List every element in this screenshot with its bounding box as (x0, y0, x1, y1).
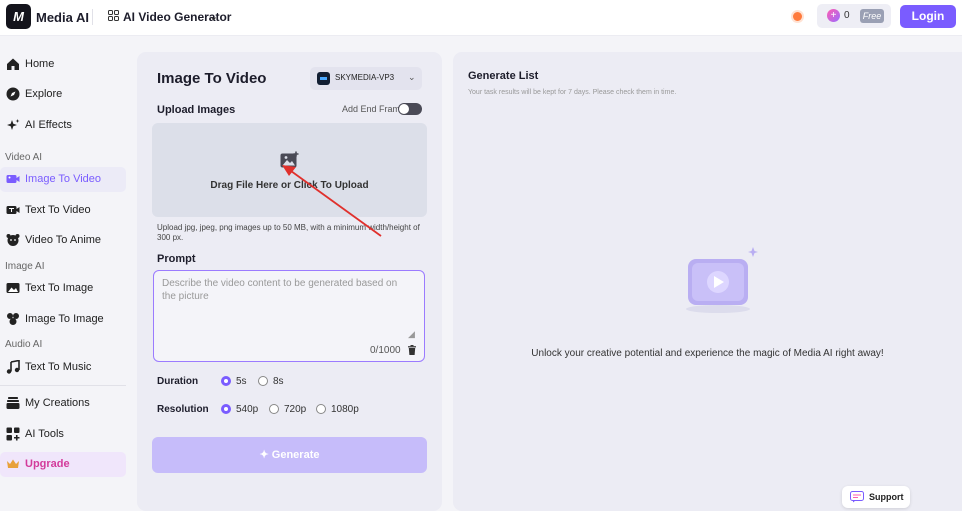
model-select[interactable]: SKYMEDIA-VP3 ⌄ (310, 67, 422, 90)
sparkle-icon (7, 119, 20, 130)
chevron-down-icon: ⌄ (408, 72, 416, 82)
model-name: SKYMEDIA-VP3 (335, 73, 395, 82)
duration-radio-8s[interactable] (258, 376, 268, 386)
resolution-radio-540p[interactable] (221, 404, 231, 414)
credits-badge[interactable]: + 0 Free (817, 4, 891, 28)
sidebar-item-label: Text To Image (25, 282, 94, 294)
sidebar-item-home[interactable]: Home (0, 52, 126, 77)
prompt-textarea[interactable]: Describe the video content to be generat… (153, 270, 425, 362)
sidebar-item-label: Text To Video (25, 204, 91, 216)
picture-icon (6, 283, 20, 293)
brand-name[interactable]: Media AI (36, 10, 89, 25)
sidebar-item-text-to-image[interactable]: Text To Image (0, 276, 126, 301)
credit-coin-icon: + (827, 9, 840, 22)
text-video-icon (6, 206, 20, 214)
image-to-video-panel: Image To Video SKYMEDIA-VP3 ⌄ Upload Ima… (137, 52, 442, 511)
image-video-icon (6, 175, 20, 183)
resolution-option-label: 1080p (331, 404, 359, 415)
trash-icon[interactable] (407, 345, 417, 355)
notification-dot-icon[interactable] (793, 12, 802, 21)
upload-hint: Upload jpg, jpeg, png images up to 50 MB… (157, 223, 420, 242)
sidebar-item-explore[interactable]: Explore (0, 82, 126, 107)
sidebar-item-ai-effects[interactable]: AI Effects (0, 113, 126, 138)
sparkle-icon: ✦ (259, 449, 269, 461)
support-label: Support (869, 492, 904, 502)
sidebar-item-label: My Creations (25, 397, 90, 409)
sidebar-item-label: AI Tools (25, 428, 64, 440)
login-button[interactable]: Login (900, 5, 956, 28)
resolution-radio-720p[interactable] (269, 404, 279, 414)
music-note-icon (6, 360, 20, 374)
upload-dropzone[interactable]: Drag File Here or Click To Upload (152, 123, 427, 217)
upload-instruction: Drag File Here or Click To Upload (210, 180, 369, 191)
sidebar: Home Explore AI Effects Video AI Image T… (0, 37, 134, 511)
resolution-label: Resolution (157, 404, 209, 415)
anime-face-icon (6, 234, 20, 246)
plan-badge: Free (860, 9, 884, 23)
image-transform-icon (7, 313, 19, 325)
section-label-audio-ai: Audio AI (5, 339, 43, 350)
generate-list-title: Generate List (468, 70, 539, 82)
duration-option-label: 5s (236, 376, 247, 387)
sidebar-item-label: Image To Image (25, 313, 104, 325)
page-title: Image To Video (157, 70, 267, 87)
resolution-option-label: 540p (236, 404, 259, 415)
resolution-option-label: 720p (284, 404, 307, 415)
prompt-label: Prompt (157, 253, 196, 265)
duration-radio-5s[interactable] (221, 376, 231, 386)
sidebar-item-video-to-anime[interactable]: Video To Anime (0, 228, 126, 253)
end-frame-label: Add End Frame (342, 104, 406, 114)
chat-icon (850, 491, 864, 503)
sidebar-item-my-creations[interactable]: My Creations (0, 391, 126, 416)
model-logo-icon (317, 72, 330, 85)
sidebar-item-image-to-video[interactable]: Image To Video (0, 167, 126, 192)
apps-grid-icon[interactable] (108, 10, 119, 21)
tools-grid-icon (6, 427, 20, 441)
duration-label: Duration (157, 376, 199, 387)
sidebar-item-label: Video To Anime (25, 234, 102, 246)
generate-button[interactable]: ✦ Generate (152, 437, 427, 473)
sidebar-item-text-to-video[interactable]: Text To Video (0, 198, 126, 223)
empty-video-illustration (686, 247, 758, 313)
end-frame-toggle[interactable] (398, 103, 422, 115)
folder-stack-icon (6, 397, 20, 409)
generate-label: Generate (271, 449, 320, 461)
sidebar-item-label: Home (25, 58, 55, 70)
section-label-video-ai: Video AI (5, 152, 43, 163)
char-count: 0/1000 (370, 345, 401, 356)
generate-list-panel: Generate List Your task results will be … (453, 52, 962, 511)
home-icon (7, 58, 19, 70)
duration-option-label: 8s (273, 376, 284, 387)
credit-count: 0 (844, 10, 850, 21)
sidebar-item-label: Upgrade (25, 458, 70, 470)
generate-list-note: Your task results will be kept for 7 day… (468, 89, 677, 96)
resize-handle-icon[interactable]: ◢ (408, 329, 415, 340)
empty-state-text: Unlock your creative potential and exper… (531, 348, 884, 359)
resolution-radio-1080p[interactable] (316, 404, 326, 414)
upload-images-label: Upload Images (157, 104, 236, 116)
sidebar-item-text-to-music[interactable]: Text To Music (0, 355, 126, 380)
sidebar-divider (0, 385, 126, 386)
sidebar-item-label: Text To Music (25, 361, 92, 373)
sidebar-item-ai-tools[interactable]: AI Tools (0, 422, 126, 447)
crown-icon (7, 459, 19, 468)
sidebar-item-label: Image To Video (25, 173, 102, 185)
logo[interactable]: M (6, 4, 31, 29)
top-divider (92, 9, 93, 25)
compass-icon (6, 87, 20, 101)
support-button[interactable]: Support (842, 486, 910, 508)
sidebar-item-label: AI Effects (25, 119, 72, 131)
prompt-placeholder: Describe the video content to be generat… (162, 278, 398, 302)
add-image-icon (280, 151, 299, 168)
toggle-knob (399, 104, 409, 114)
section-label-image-ai: Image AI (5, 261, 45, 272)
top-bar: M Media AI AI Video Generator ⌄ + 0 Free… (0, 0, 962, 36)
sidebar-item-image-to-image[interactable]: Image To Image (0, 307, 126, 332)
sidebar-item-label: Explore (25, 88, 63, 100)
sidebar-item-upgrade[interactable]: Upgrade (0, 452, 126, 477)
chevron-down-icon[interactable]: ⌄ (209, 10, 218, 23)
